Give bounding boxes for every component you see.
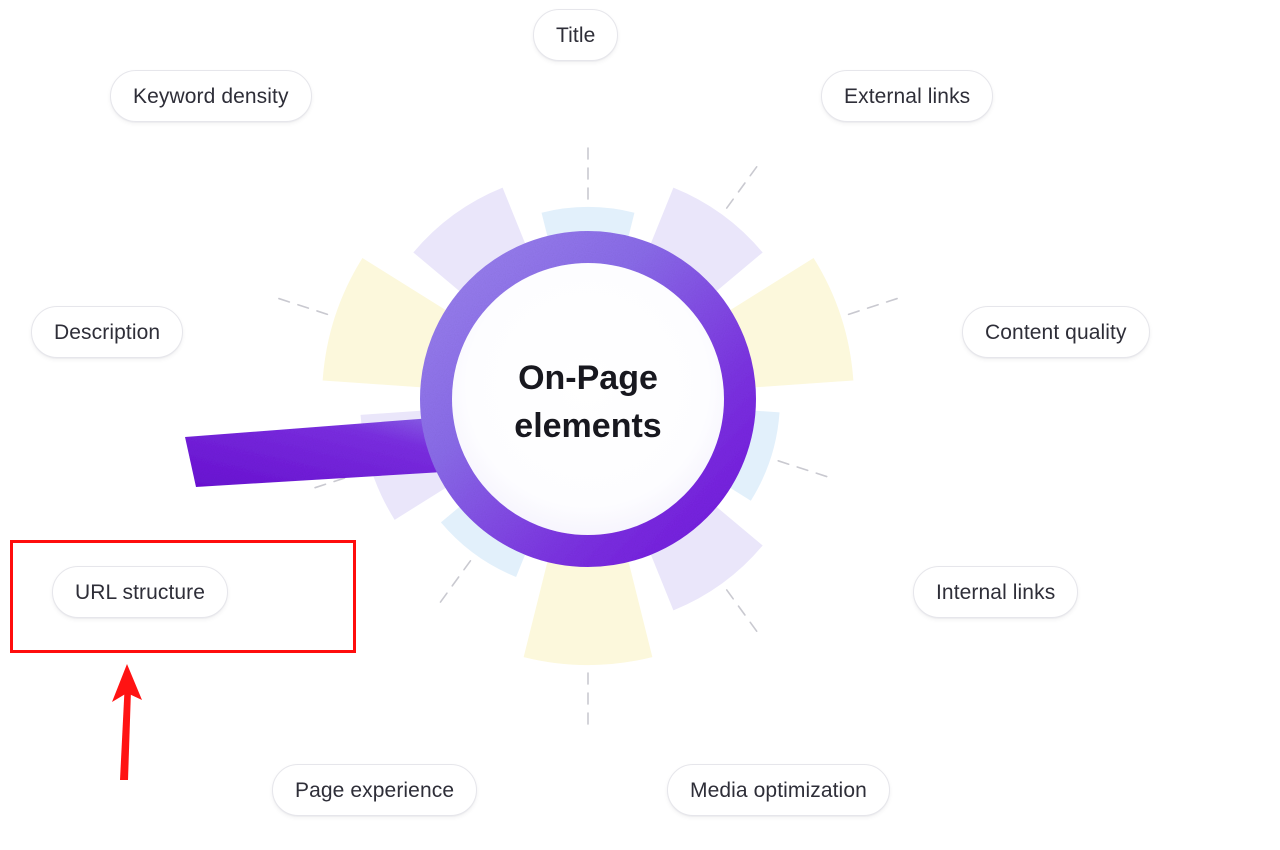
label-pill-url-structure[interactable]: URL structure <box>52 566 229 618</box>
label-text: Keyword density <box>133 84 289 108</box>
label-text: URL structure <box>75 580 206 604</box>
diagram-canvas: On-Page elements Title External links Co… <box>0 0 1280 850</box>
label-pill-title[interactable]: Title <box>533 9 619 61</box>
label-pill-keyword-density[interactable]: Keyword density <box>110 70 312 122</box>
label-text: Title <box>556 23 596 47</box>
label-text: Content quality <box>985 320 1127 344</box>
center-title-line1: On-Page <box>518 359 658 397</box>
label-text: Media optimization <box>690 778 867 802</box>
connector-internal-links <box>777 460 831 479</box>
connector-url-structure <box>437 560 472 606</box>
label-pill-description[interactable]: Description <box>31 306 184 358</box>
label-pill-media-optimization[interactable]: Media optimization <box>667 764 890 816</box>
on-page-elements-wheel: On-Page elements <box>185 144 901 728</box>
connector-keyword-density <box>275 296 329 316</box>
connector-external-links <box>725 163 760 209</box>
label-pill-content-quality[interactable]: Content quality <box>962 306 1150 358</box>
center-title-line2: elements <box>514 407 661 445</box>
connector-media-optimization <box>725 589 760 635</box>
label-text: External links <box>844 84 971 108</box>
label-text: Internal links <box>936 580 1056 604</box>
label-pill-page-experience[interactable]: Page experience <box>272 764 478 816</box>
magnifier-lens <box>452 263 724 535</box>
label-pill-internal-links[interactable]: Internal links <box>913 566 1079 618</box>
label-text: Page experience <box>295 778 455 802</box>
label-pill-external-links[interactable]: External links <box>821 70 994 122</box>
label-text: Description <box>54 320 161 344</box>
connector-content-quality <box>847 296 901 316</box>
